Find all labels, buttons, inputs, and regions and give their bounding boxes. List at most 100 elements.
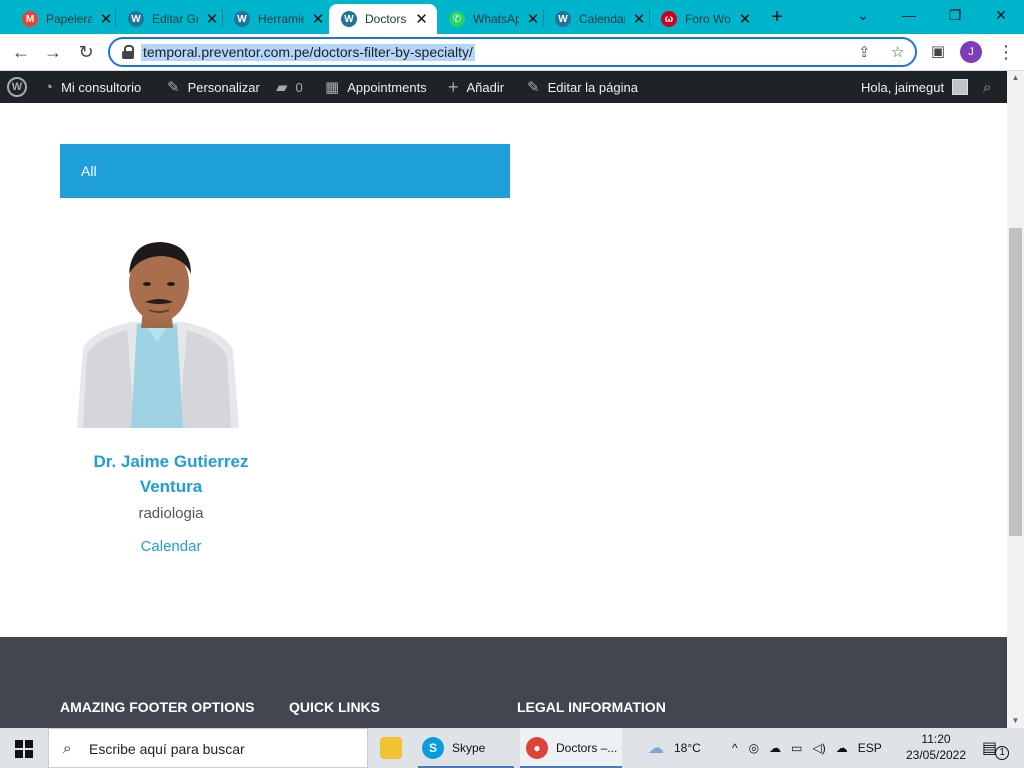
new-tab-icon[interactable]: + (766, 6, 788, 28)
close-icon[interactable]: ✕ (631, 10, 647, 28)
share-icon[interactable]: ⇪ (858, 43, 871, 61)
close-icon[interactable]: ✕ (525, 10, 541, 28)
taskbar-search-box[interactable]: ⌕ Escribe aquí para buscar (48, 728, 368, 768)
tab-title: Herramientas (258, 12, 304, 26)
specialty-filter-all[interactable]: All (60, 144, 510, 198)
file-explorer-button[interactable] (380, 728, 406, 768)
windows-start-icon[interactable] (15, 740, 33, 758)
comment-bubble-icon: ▰ (276, 79, 288, 96)
tab-title: Doctors (365, 12, 407, 26)
wp-comments-link[interactable]: ▰ 0 (276, 71, 303, 103)
browser-toolbar: ← → ↻ temporal.preventor.com.pe/doctors-… (0, 34, 1024, 71)
tab-doctors[interactable]: W Doctors ✕ (329, 4, 437, 34)
tab-search-chevron-icon[interactable]: ⌄ (840, 0, 886, 30)
chevron-up-icon[interactable]: ^ (732, 741, 738, 755)
wp-account-link[interactable]: Hola, jaimegut (861, 71, 969, 103)
wp-customize-label: Personalizar (187, 79, 260, 95)
browser-menu-icon[interactable]: ⋮ (994, 40, 1018, 64)
back-arrow-icon[interactable]: ← (9, 40, 33, 64)
tab-papelera[interactable]: M Papelera ✕ (10, 4, 122, 34)
chrome-icon: ● (526, 737, 548, 759)
taskbar-chrome[interactable]: ● Doctors –... (520, 728, 622, 768)
clock-date: 23/05/2022 (905, 748, 967, 762)
search-icon: ⌕ (983, 78, 992, 96)
dashboard-icon: ◔ (44, 78, 54, 96)
tab-editar[interactable]: W Editar Gr ✕ (116, 4, 228, 34)
scroll-down-icon[interactable]: ▼ (1007, 714, 1024, 728)
plus-icon: + (448, 76, 459, 97)
input-language[interactable]: ESP (858, 741, 882, 755)
cloud-icon: ☁ (648, 740, 664, 757)
calendar-icon: ▦ (325, 79, 340, 96)
url-text[interactable]: temporal.preventor.com.pe/doctors-filter… (141, 44, 475, 61)
calendar-link[interactable]: Calendar (70, 538, 272, 555)
close-icon[interactable]: ✕ (310, 10, 326, 28)
tab-title: Papelera (46, 12, 92, 26)
doctor-photo[interactable] (73, 238, 241, 428)
close-icon[interactable]: ✕ (737, 10, 753, 28)
network-icon[interactable]: ▭ (791, 741, 802, 755)
weather-widget[interactable]: ☁ 18°C (648, 728, 701, 768)
wordpress-logo-icon[interactable]: W (7, 77, 27, 97)
wordpress-icon: W (234, 11, 250, 27)
doctor-portrait-image (77, 242, 239, 428)
taskbar-skype[interactable]: S Skype (418, 728, 514, 768)
wordpress-icon: W (128, 11, 144, 27)
tab-title: WhatsApp (473, 12, 519, 26)
page-scrollbar[interactable]: ▲ ▼ (1007, 71, 1024, 728)
wp-add-new-label: Añadir (466, 79, 505, 95)
tab-title: Foro Wo (685, 12, 731, 26)
wp-admin-bar: W ◔ Mi consultorio ✎ Personalizar ▰ 0 ▦ … (0, 71, 1007, 103)
close-icon[interactable]: ✕ (98, 10, 114, 28)
doctor-specialty: radiologia (138, 505, 204, 522)
tab-foro[interactable]: ω Foro Wo ✕ (649, 4, 761, 34)
windows-taskbar: ⌕ Escribe aquí para buscar S Skype ● Doc… (0, 728, 1024, 768)
folder-icon (380, 737, 402, 759)
tab-herramientas[interactable]: W Herramientas ✕ (222, 4, 334, 34)
brush-icon: ✎ (167, 79, 180, 96)
system-tray-icons: ^ ◎ ☁ ▭ ◁) ☁ ESP (726, 728, 887, 768)
close-window-icon[interactable]: ✕ (978, 0, 1024, 30)
wordpress-icon: W (555, 11, 571, 27)
wp-search-button[interactable]: ⌕ (983, 71, 991, 103)
onedrive-warning-icon[interactable]: ☁ (836, 741, 848, 755)
wp-edit-page-link[interactable]: ✎ Editar la página (527, 71, 638, 103)
close-icon[interactable]: ✕ (414, 10, 429, 28)
wp-add-new-link[interactable]: + Añadir (448, 71, 504, 103)
wp-customize-link[interactable]: ✎ Personalizar (167, 71, 260, 103)
volume-icon[interactable]: ◁) (812, 741, 825, 755)
wp-site-link[interactable]: ◔ Mi consultorio (44, 71, 141, 103)
side-panel-icon[interactable]: ▣ (926, 40, 950, 64)
scroll-up-icon[interactable]: ▲ (1007, 71, 1024, 85)
wp-site-label: Mi consultorio (61, 79, 142, 95)
meet-now-icon[interactable]: ◎ (749, 741, 759, 755)
site-footer: AMAZING FOOTER OPTIONS QUICK LINKS LEGAL… (0, 637, 1007, 728)
close-icon[interactable]: ✕ (204, 10, 220, 28)
taskbar-search-placeholder: Escribe aquí para buscar (89, 741, 245, 757)
tab-calendario[interactable]: W Calendario ✕ (543, 4, 655, 34)
tab-whatsapp[interactable]: ✆ WhatsApp ✕ (437, 4, 549, 34)
browser-tab-strip: M Papelera ✕ W Editar Gr ✕ W Herramienta… (0, 0, 1024, 34)
taskbar-app-label: Doctors –... (556, 741, 618, 755)
weather-temp: 18°C (674, 741, 701, 755)
wp-appointments-link[interactable]: ▦ Appointments (325, 71, 427, 103)
taskbar-clock[interactable]: 11:20 23/05/2022 (904, 731, 968, 763)
doctor-name-link[interactable]: Dr. Jaime Gutierrez Ventura (70, 449, 272, 499)
footer-heading-options: AMAZING FOOTER OPTIONS (60, 699, 255, 715)
minimize-icon[interactable]: — (886, 0, 932, 30)
reload-icon[interactable]: ↻ (74, 40, 98, 64)
onedrive-icon[interactable]: ☁ (769, 741, 781, 755)
wp-appointments-label: Appointments (347, 79, 427, 95)
bookmark-star-icon[interactable]: ☆ (891, 43, 904, 61)
tab-title: Calendario (579, 12, 625, 26)
user-avatar-icon (952, 79, 969, 95)
scroll-thumb[interactable] (1009, 228, 1022, 536)
gmail-icon: M (22, 11, 38, 27)
notification-center[interactable]: ▤ 1 (982, 728, 1010, 768)
tab-title: Editar Gr (152, 12, 198, 26)
address-bar[interactable]: temporal.preventor.com.pe/doctors-filter… (108, 37, 917, 67)
restore-icon[interactable]: ❐ (932, 0, 978, 30)
forward-arrow-icon[interactable]: → (41, 40, 65, 64)
lock-icon[interactable] (122, 45, 134, 59)
profile-avatar[interactable]: J (960, 41, 982, 63)
